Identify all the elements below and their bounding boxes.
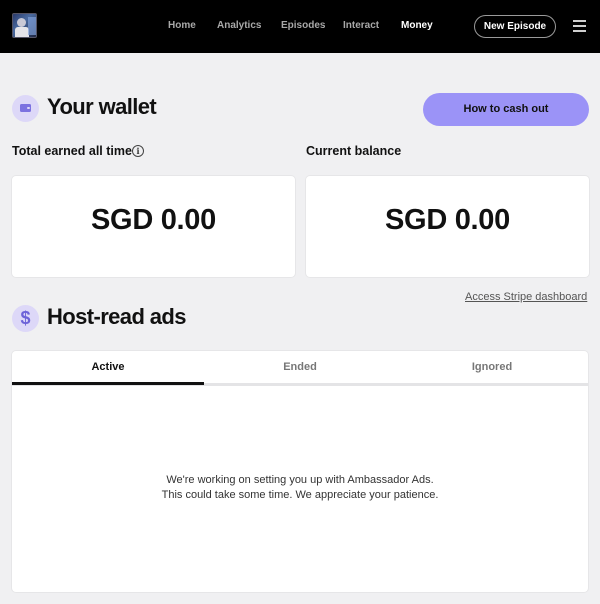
stripe-dashboard-link[interactable]: Access Stripe dashboard <box>465 291 587 303</box>
tab-ignored[interactable]: Ignored <box>396 351 588 385</box>
info-icon[interactable]: i <box>132 145 144 157</box>
dollar-icon: $ <box>12 305 39 332</box>
podcast-logo-icon[interactable] <box>12 13 37 38</box>
current-balance-label: Current balance <box>306 144 402 158</box>
nav-home[interactable]: Home <box>168 20 196 31</box>
current-balance-card: SGD 0.00 <box>306 176 589 277</box>
nav-interact[interactable]: Interact <box>343 20 379 31</box>
empty-state-line-1: We're working on setting you up with Amb… <box>166 474 434 486</box>
host-read-ads-panel: Active Ended Ignored We're working on se… <box>12 351 588 592</box>
current-balance-amount: SGD 0.00 <box>385 204 510 236</box>
host-read-ads-title: Host-read ads <box>47 304 187 329</box>
logo-detail <box>28 17 36 35</box>
nav-episodes[interactable]: Episodes <box>281 20 325 31</box>
how-to-cash-out-button[interactable]: How to cash out <box>423 93 589 126</box>
wallet-title: Your wallet <box>47 94 157 119</box>
top-navigation-bar: Home Analytics Episodes Interact Money N… <box>0 0 600 53</box>
wallet-icon <box>12 95 39 122</box>
logo-detail <box>17 18 26 27</box>
tab-active[interactable]: Active <box>12 351 204 385</box>
tab-selected-indicator <box>12 382 204 385</box>
tab-ended[interactable]: Ended <box>204 351 396 385</box>
empty-state-message: We're working on setting you up with Amb… <box>12 473 588 503</box>
hamburger-menu-icon[interactable] <box>573 20 586 32</box>
nav-money[interactable]: Money <box>401 20 433 31</box>
total-earned-card: SGD 0.00 <box>12 176 295 277</box>
total-earned-label: Total earned all time <box>12 144 132 158</box>
total-earned-amount: SGD 0.00 <box>91 204 216 236</box>
empty-state-line-2: This could take some time. We appreciate… <box>161 489 439 501</box>
new-episode-button[interactable]: New Episode <box>474 15 556 38</box>
logo-detail <box>15 27 29 37</box>
nav-analytics[interactable]: Analytics <box>217 20 261 31</box>
